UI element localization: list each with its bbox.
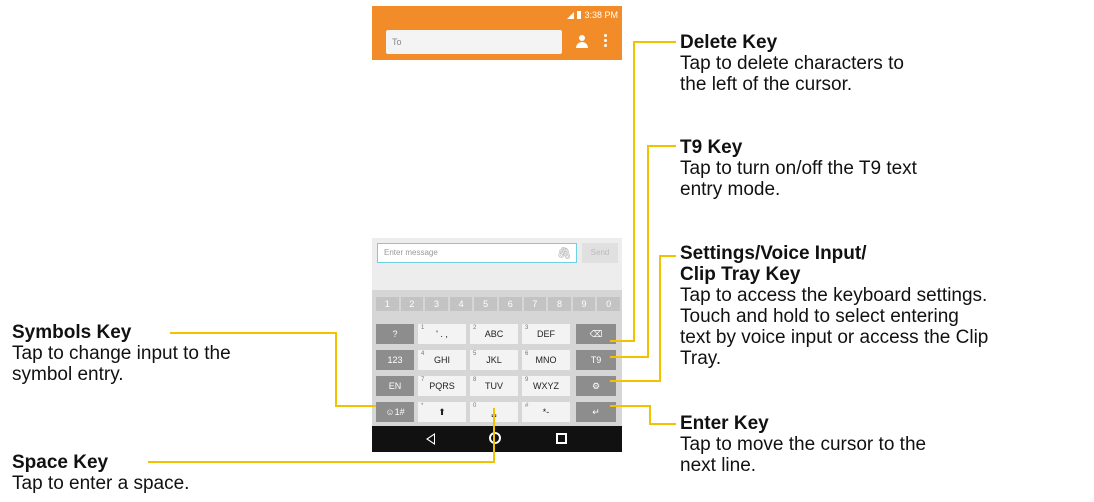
callout-symbols-desc-2: symbol entry. — [12, 364, 124, 385]
callout-space-title: Space Key — [12, 452, 109, 473]
callout-t9-desc-1: Tap to turn on/off the T9 text — [680, 158, 917, 179]
callout-delete-desc-2: the left of the cursor. — [680, 74, 853, 95]
callout-t9-title: T9 Key — [680, 137, 743, 158]
callout-enter: Enter Key Tap to move the cursor to the … — [680, 413, 926, 476]
callout-delete: Delete Key Tap to delete characters to t… — [680, 32, 904, 95]
callout-settings: Settings/Voice Input/ Clip Tray Key Tap … — [680, 243, 988, 369]
callout-settings-desc-3: text by voice input or access the Clip — [680, 327, 989, 348]
callout-settings-title-1: Settings/Voice Input/ — [680, 243, 867, 264]
callout-space: Space Key Tap to enter a space. — [12, 452, 189, 494]
callout-settings-desc-2: Touch and hold to select entering — [680, 306, 959, 327]
callout-t9: T9 Key Tap to turn on/off the T9 text en… — [680, 137, 917, 200]
callout-t9-desc-2: entry mode. — [680, 179, 781, 200]
callout-symbols: Symbols Key Tap to change input to the s… — [12, 322, 231, 385]
callout-settings-desc-4: Tray. — [680, 348, 722, 369]
callout-enter-title: Enter Key — [680, 413, 769, 434]
callout-delete-desc-1: Tap to delete characters to — [680, 53, 904, 74]
callout-symbols-title: Symbols Key — [12, 322, 132, 343]
callout-enter-desc-2: next line. — [680, 455, 757, 476]
callout-enter-desc-1: Tap to move the cursor to the — [680, 434, 927, 455]
callout-settings-title-2: Clip Tray Key — [680, 264, 801, 285]
callout-space-desc-1: Tap to enter a space. — [12, 473, 190, 494]
callout-symbols-desc-1: Tap to change input to the — [12, 343, 231, 364]
callout-delete-title: Delete Key — [680, 32, 778, 53]
callout-settings-desc-1: Tap to access the keyboard settings. — [680, 285, 988, 306]
